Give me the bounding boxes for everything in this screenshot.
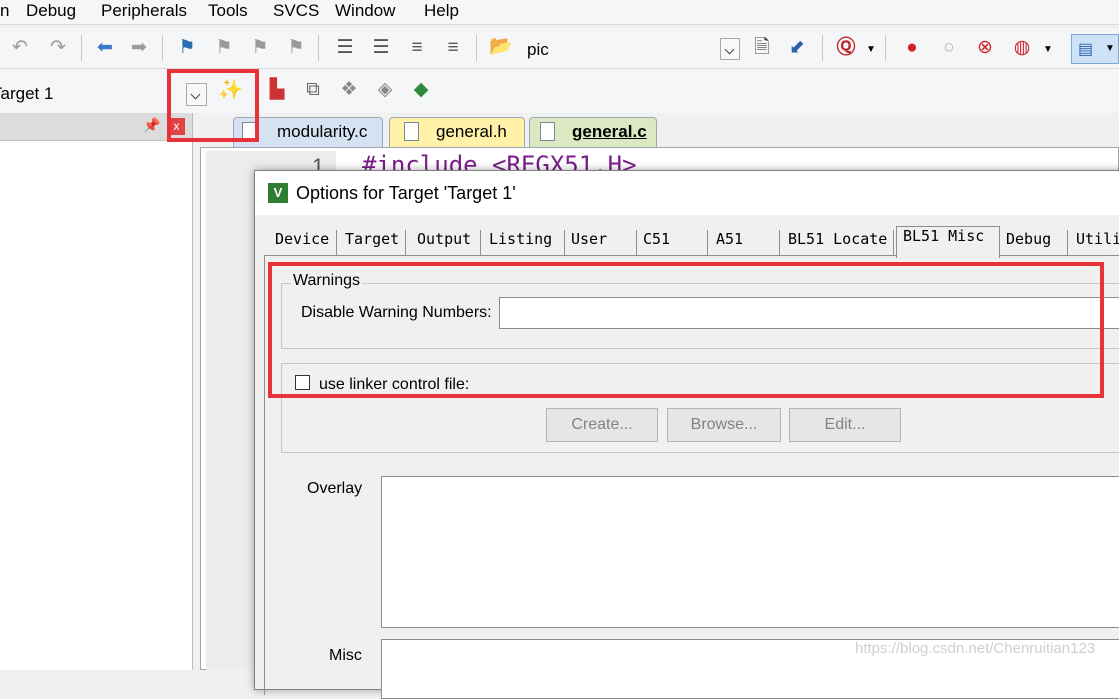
target-select-text: Target 1 xyxy=(0,84,160,104)
pack-installer-icon[interactable]: ◈ xyxy=(374,79,396,101)
tab-general-h[interactable]: general.h xyxy=(389,117,525,147)
toolbar-separator xyxy=(162,35,163,61)
toolbar-separator xyxy=(81,35,82,61)
menu-item-window[interactable]: Window xyxy=(335,1,395,21)
file-icon xyxy=(540,122,555,141)
watermark: https://blog.csdn.net/Chenruitian123 xyxy=(855,640,1096,657)
chevron-down-icon[interactable]: ▼ xyxy=(1043,44,1053,55)
overlay-label: Overlay xyxy=(307,480,363,497)
tab-general-c[interactable]: general.c xyxy=(529,117,657,147)
menu-item-svcs[interactable]: SVCS xyxy=(273,1,319,21)
options-dialog: V Options for Target 'Target 1' Device T… xyxy=(254,170,1119,699)
clear-bookmarks-icon[interactable]: ⚑ xyxy=(285,37,307,59)
incremental-find-icon[interactable]: ⬋ xyxy=(786,37,808,59)
use-linker-checkbox[interactable] xyxy=(295,375,310,390)
file-icon xyxy=(242,122,257,141)
project-panel-header: 📌 x xyxy=(0,113,192,141)
find-in-files-icon[interactable]: 📂 xyxy=(489,36,513,58)
select-packs-icon[interactable]: ⧉ xyxy=(302,79,324,101)
overlay-textarea[interactable] xyxy=(381,476,1119,628)
toolbar-separator xyxy=(318,35,319,61)
tab-label: general.h xyxy=(436,122,507,141)
disable-warning-label: Disable Warning Numbers: xyxy=(301,304,492,321)
menu-bar: n Debug Peripherals Tools SVCS Window He… xyxy=(0,0,1119,25)
indent-icon[interactable]: ☰ xyxy=(334,37,356,59)
uncomment-icon[interactable]: ≡ xyxy=(442,37,464,59)
misc-label: Misc xyxy=(329,647,362,664)
find-text: pic xyxy=(527,40,549,59)
tab-label: general.c xyxy=(572,122,647,141)
pin-icon[interactable]: 📌 xyxy=(143,117,160,134)
warnings-group-label: Warnings xyxy=(291,272,362,290)
unindent-icon[interactable]: ☰ xyxy=(370,37,392,59)
main-toolbar: ↶ ↷ ⬅ ➡ ⚑ ⚑ ⚑ ⚑ ☰ ☰ ≡ ≡ 📂 pic 🗎 ⬋ Ⓠ ▼ ● … xyxy=(0,28,1119,69)
tab-bl51-misc[interactable]: BL51 Misc xyxy=(896,226,1000,258)
use-linker-label: use linker control file: xyxy=(319,376,470,393)
options-for-target-icon[interactable]: ✨ xyxy=(218,79,243,101)
browse-button[interactable]: Browse... xyxy=(667,408,781,442)
menu-item-partial[interactable]: n xyxy=(0,1,9,21)
breakpoint-icon[interactable]: ● xyxy=(901,37,923,59)
toolbar-separator xyxy=(885,35,886,61)
tab-target[interactable]: Target xyxy=(339,230,406,256)
debug-session-icon[interactable]: Ⓠ xyxy=(835,37,857,59)
tab-output[interactable]: Output xyxy=(411,230,481,256)
build-toolbar: Target 1 ✨ ▙ ⧉ ❖ ◈ ◆ xyxy=(0,69,1119,113)
kill-breakpoints-icon[interactable]: ◍ xyxy=(1011,37,1033,59)
tab-debug[interactable]: Debug xyxy=(1000,230,1068,256)
toolbar-separator xyxy=(476,35,477,61)
menu-item-peripherals[interactable]: Peripherals xyxy=(101,1,187,21)
close-icon[interactable]: x xyxy=(168,118,185,135)
disable-breakpoint-icon[interactable]: ○ xyxy=(938,37,960,59)
dialog-title-bar: V Options for Target 'Target 1' xyxy=(255,171,1119,215)
tab-a51[interactable]: A51 xyxy=(710,230,780,256)
edit-button[interactable]: Edit... xyxy=(789,408,901,442)
find-dropdown[interactable] xyxy=(720,38,740,60)
manage-components-icon[interactable]: ◆ xyxy=(410,79,432,101)
chevron-down-icon[interactable]: ▼ xyxy=(866,44,876,55)
prev-bookmark-icon[interactable]: ⚑ xyxy=(213,37,235,59)
window-layout-button[interactable]: ▤ ▼ xyxy=(1071,34,1119,64)
project-panel xyxy=(0,113,193,670)
tab-device[interactable]: Device xyxy=(269,230,337,256)
menu-item-tools[interactable]: Tools xyxy=(208,1,248,21)
window-layout-icon: ▤ xyxy=(1078,41,1094,58)
target-select-dropdown[interactable] xyxy=(186,83,207,106)
tab-utilities[interactable]: Utili xyxy=(1070,230,1119,256)
tab-modularity-c[interactable]: modularity.c xyxy=(233,117,383,147)
navigate-forward-icon[interactable]: ➡ xyxy=(128,37,150,59)
target-select-value: Target 1 xyxy=(0,84,54,103)
tab-user[interactable]: User xyxy=(565,230,637,256)
chevron-down-icon: ▼ xyxy=(1105,43,1115,54)
find-icon[interactable]: 🗎 xyxy=(751,37,773,59)
redo-icon[interactable]: ↷ xyxy=(47,37,69,59)
file-icon xyxy=(404,122,419,141)
menu-item-help[interactable]: Help xyxy=(424,1,459,21)
bookmark-icon[interactable]: ⚑ xyxy=(176,37,198,59)
tab-listing[interactable]: Listing xyxy=(483,230,565,256)
tab-bl51-locate[interactable]: BL51 Locate xyxy=(782,230,894,256)
menu-item-debug[interactable]: Debug xyxy=(26,1,76,21)
manage-rte-icon[interactable]: ❖ xyxy=(338,79,360,101)
navigate-back-icon[interactable]: ⬅ xyxy=(94,37,116,59)
tab-c51[interactable]: C51 xyxy=(637,230,708,256)
tab-label: modularity.c xyxy=(277,122,368,141)
toolbar-separator xyxy=(822,35,823,61)
dialog-title: Options for Target 'Target 1' xyxy=(296,183,516,203)
create-button[interactable]: Create... xyxy=(546,408,658,442)
comment-icon[interactable]: ≡ xyxy=(406,37,428,59)
manage-project-items-icon[interactable]: ▙ xyxy=(266,79,288,101)
uvision-logo-icon: V xyxy=(268,183,288,203)
next-bookmark-icon[interactable]: ⚑ xyxy=(249,37,271,59)
disable-warning-input[interactable] xyxy=(499,297,1119,329)
undo-icon[interactable]: ↶ xyxy=(9,37,31,59)
editor-tab-bar: modularity.c general.h general.c xyxy=(193,113,1119,147)
disable-all-breakpoints-icon[interactable]: ⊗ xyxy=(974,37,996,59)
